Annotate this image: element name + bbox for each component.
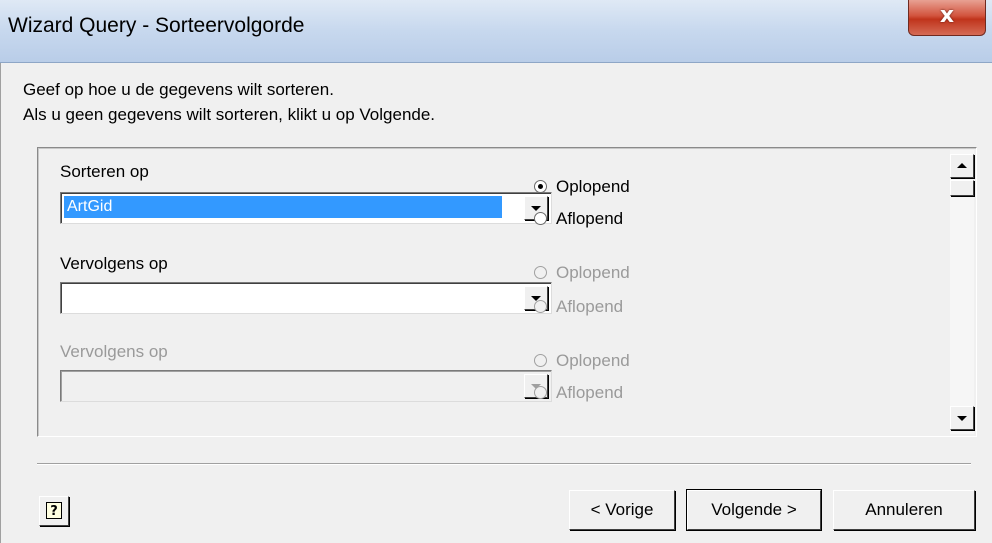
close-icon: x	[939, 3, 955, 28]
next-button[interactable]: Volgende >	[686, 489, 822, 531]
ascending-label: Oplopend	[556, 263, 630, 282]
separator-line	[37, 463, 971, 465]
descending-label: Aflopend	[556, 383, 624, 402]
help-button[interactable]: ?	[39, 496, 69, 526]
radio-circle-icon	[534, 300, 547, 313]
sort-by-combo[interactable]: ArtGid	[60, 192, 552, 224]
radio-circle-icon	[534, 386, 547, 399]
previous-button[interactable]: < Vorige	[569, 490, 675, 530]
scroll-up-arrow-icon[interactable]	[950, 154, 974, 178]
then-by-combo-1[interactable]	[60, 282, 552, 314]
sort-by-value: ArtGid	[64, 196, 502, 218]
wizard-dialog: Wizard Query - Sorteervolgorde x Geef op…	[0, 0, 992, 543]
radio-selected-dot-icon	[538, 184, 543, 189]
title-bar[interactable]: Wizard Query - Sorteervolgorde x	[0, 0, 992, 63]
help-icon: ?	[46, 502, 62, 519]
instruction-text-1: Geef op hoe u de gegevens wilt sorteren.	[23, 80, 334, 99]
ascending-label: Oplopend	[556, 351, 630, 370]
ascending-label: Oplopend	[556, 177, 630, 196]
radio-circle-icon	[534, 354, 547, 367]
close-button[interactable]: x	[908, 0, 986, 36]
sort-by-label: Sorteren op	[60, 162, 149, 181]
scroll-down-arrow-icon[interactable]	[950, 406, 974, 430]
instruction-text-2: Als u geen gegevens wilt sorteren, klikt…	[23, 105, 436, 124]
then-by-label-2: Vervolgens op	[60, 342, 168, 361]
radio-circle-icon	[534, 212, 547, 225]
scroll-thumb[interactable]	[950, 180, 974, 196]
dialog-content: Geef op hoe u de gegevens wilt sorteren.…	[0, 63, 992, 543]
then-by-label-1: Vervolgens op	[60, 254, 168, 273]
descending-label: Aflopend	[556, 209, 624, 228]
radio-circle-icon	[534, 266, 547, 279]
then-by-combo-2[interactable]	[60, 370, 552, 402]
sort-panel: Sorteren op ArtGid Oplopend Aflopend Ver…	[37, 147, 977, 437]
cancel-button[interactable]: Annuleren	[833, 490, 975, 530]
vertical-scrollbar[interactable]	[950, 150, 974, 434]
window-title: Wizard Query - Sorteervolgorde	[8, 14, 305, 37]
descending-label: Aflopend	[556, 297, 624, 316]
